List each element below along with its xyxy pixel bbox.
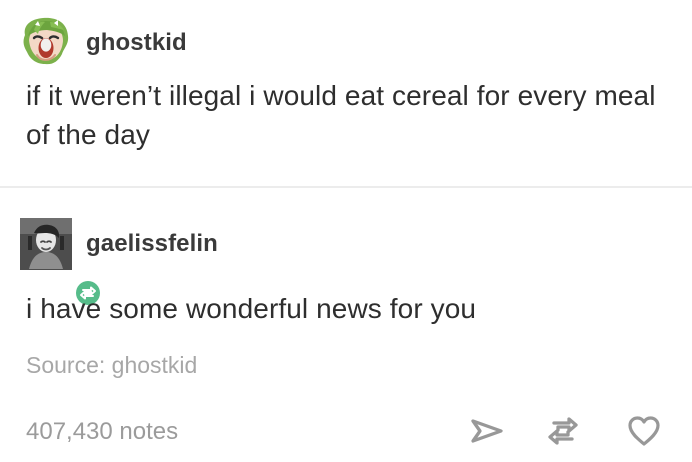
heart-icon[interactable] xyxy=(624,413,664,449)
reblog-post: gaelissfelin i have some wonderful news … xyxy=(0,188,692,462)
user-photo-avatar-icon[interactable] xyxy=(20,218,100,305)
share-icon[interactable] xyxy=(467,413,507,449)
post-source[interactable]: Source: ghostkid xyxy=(26,354,197,377)
original-username[interactable]: ghostkid xyxy=(86,31,187,55)
reblog-post-text: i have some wonderful news for you xyxy=(26,293,477,324)
original-post: ghostkid if it weren’t illegal i would e… xyxy=(0,0,692,186)
notes-count[interactable]: 407,430 notes xyxy=(26,420,178,444)
anime-girl-avatar-icon[interactable] xyxy=(20,14,72,66)
post-footer: 407,430 notes xyxy=(0,408,692,462)
reblog-icon[interactable] xyxy=(543,413,583,449)
original-post-text: if it weren’t illegal i would eat cereal… xyxy=(26,80,656,150)
tumblr-post: ghostkid if it weren’t illegal i would e… xyxy=(0,0,692,462)
reblog-username[interactable]: gaelissfelin xyxy=(86,232,218,256)
